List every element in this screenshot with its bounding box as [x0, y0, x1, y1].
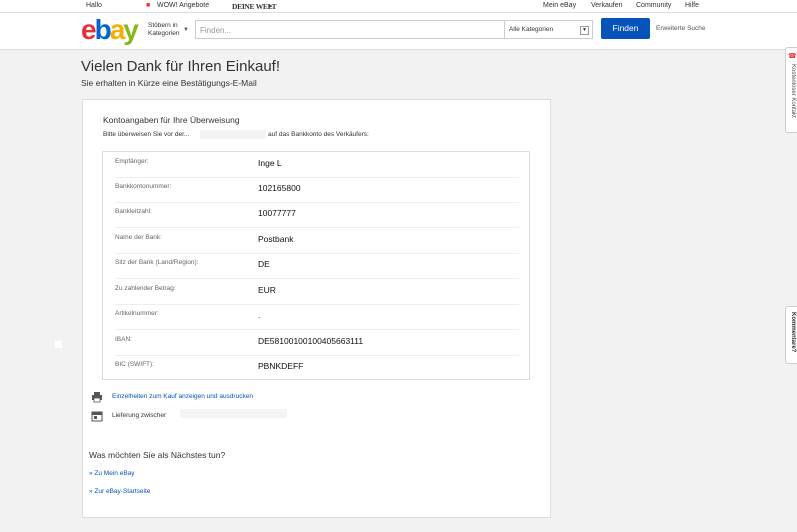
row-value: PBNKDEFF	[258, 361, 304, 371]
page-title: Vielen Dank für Ihren Einkauf!	[81, 58, 281, 75]
greeting-link[interactable]: Hallo	[86, 2, 102, 9]
row-label: Sitz der Bank (Land/Region):	[115, 259, 199, 266]
row-label: Empfänger:	[115, 158, 149, 165]
row-value: DE58100100100405663111	[258, 336, 364, 346]
chevron-down-icon[interactable]: ▼	[183, 27, 189, 33]
row-label: IBAN:	[115, 336, 132, 343]
feedback-label: Kommentare?	[790, 312, 796, 353]
row-value: EUR	[258, 285, 276, 295]
print-details-link[interactable]: Einzelheiten zum Kauf anzeigen und ausdr…	[112, 393, 253, 400]
phone-icon: ☎	[788, 53, 797, 60]
row-label: Artikelnummer:	[115, 310, 159, 317]
ebay-home-nav-link[interactable]: » Zur eBay-Startseite	[89, 488, 150, 495]
help-link[interactable]: Hilfe	[685, 2, 699, 9]
free-contact-tab[interactable]: ☎ Kostenloser Kontakt	[785, 47, 797, 133]
category-select[interactable]: Alle Kategorien ▼	[505, 20, 593, 39]
free-contact-label: Kostenloser Kontakt	[790, 64, 796, 118]
sell-link[interactable]: Verkaufen	[591, 2, 623, 9]
printer-icon	[92, 392, 102, 403]
payment-instruction-start: Bitte überweisen Sie vor der...	[103, 131, 190, 138]
bank-details-table: Empfänger: Inge L Bankkontonummer: 10216…	[102, 151, 530, 380]
table-row: Name der Bank: Postbank	[115, 228, 519, 254]
redacted-date	[200, 130, 266, 139]
table-row: Sitz der Bank (Land/Region): DE	[115, 253, 519, 279]
browse-categories-button[interactable]: Stöbern in Kategorien	[148, 22, 179, 38]
row-label: Name der Bank:	[115, 234, 162, 241]
table-row: IBAN: DE58100100100405663111	[115, 330, 519, 356]
row-value: 10077777	[258, 208, 296, 218]
wow-deals-icon: ■	[146, 2, 151, 9]
ebay-logo[interactable]: ebay	[81, 14, 139, 46]
calendar-icon	[91, 411, 103, 422]
header: ebay Stöbern in Kategorien ▼ Finden... A…	[0, 13, 797, 50]
my-ebay-link[interactable]: Mein eBay	[543, 2, 576, 9]
deine-welt-arrow-icon: ▸	[269, 3, 273, 10]
search-input[interactable]: Finden...	[195, 20, 505, 39]
browse-label-line2: Kategorien	[148, 30, 180, 37]
redacted-delivery-dates	[180, 409, 287, 418]
advanced-search-link[interactable]: Erweiterte Suche	[656, 25, 706, 32]
feedback-tab[interactable]: Kommentare?	[785, 306, 797, 364]
row-value: 102165800	[258, 183, 301, 193]
row-value: Inge L	[258, 158, 282, 168]
category-select-value: Alle Kategorien	[509, 26, 554, 33]
browse-label-line1: Stöbern in	[148, 22, 178, 29]
my-ebay-nav-link[interactable]: » Zu Mein eBay	[89, 470, 135, 477]
page-subtitle: Sie erhalten in Kürze eine Bestätigungs-…	[81, 78, 257, 88]
row-label: Bankkontonummer:	[115, 183, 172, 190]
next-steps-heading: Was möchten Sie als Nächstes tun?	[89, 450, 226, 460]
table-row: Bankkontonummer: 102165800	[115, 177, 519, 203]
table-row: Artikelnummer: .	[115, 304, 519, 330]
print-details-action[interactable]: Einzelheiten zum Kauf anzeigen und ausdr…	[91, 391, 291, 403]
table-row: Zu zahlender Betrag: EUR	[115, 279, 519, 305]
row-value: Postbank	[258, 234, 294, 244]
payment-instruction-end: auf das Bankkonto des Verkäufers:	[268, 131, 369, 138]
delivery-text: Lieferung zwischer	[112, 412, 167, 419]
top-navigation-bar: Hallo ■ WOW! Angebote DEINE WELT ▸ Mein …	[0, 0, 797, 13]
dropdown-arrow-icon[interactable]: ▼	[580, 26, 589, 35]
row-value: .	[258, 310, 261, 320]
placeholder-square	[55, 341, 62, 348]
account-section-title: Kontoangaben für Ihre Überweisung	[103, 115, 240, 125]
table-row: Empfänger: Inge L	[115, 152, 519, 178]
row-label: Bankleitzahl:	[115, 208, 152, 215]
row-label: Zu zahlender Betrag:	[115, 285, 176, 292]
row-label: BIC (SWIFT):	[115, 361, 154, 368]
wow-deals-link[interactable]: WOW! Angebote	[157, 2, 209, 9]
table-row: BIC (SWIFT): PBNKDEFF	[115, 355, 519, 380]
community-link[interactable]: Community	[636, 2, 671, 9]
row-value: DE	[258, 259, 270, 269]
find-button[interactable]: Finden	[601, 18, 650, 39]
table-row: Bankleitzahl: 10077777	[115, 202, 519, 228]
